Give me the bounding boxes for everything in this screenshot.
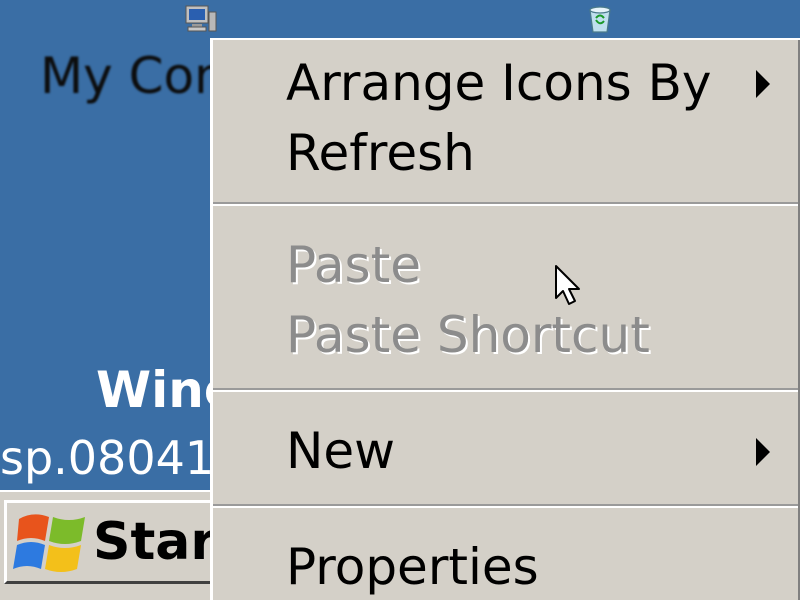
menu-separator <box>213 202 798 206</box>
computer-icon[interactable] <box>184 4 218 34</box>
menu-item-paste: Paste <box>213 230 798 300</box>
menu-item-label: New <box>286 422 396 480</box>
menu-item-arrange-icons-by[interactable]: Arrange Icons By <box>213 48 798 118</box>
menu-item-paste-shortcut: Paste Shortcut <box>213 300 798 370</box>
menu-item-label: Refresh <box>286 124 475 182</box>
windows-logo-icon <box>13 514 85 572</box>
menu-item-new[interactable]: New <box>213 416 798 486</box>
submenu-arrow-icon <box>756 438 770 466</box>
menu-item-label: Paste Shortcut <box>286 306 650 364</box>
recycle-bin-icon[interactable] <box>586 4 614 34</box>
arrow-cursor-icon <box>555 265 580 305</box>
menu-item-label: Properties <box>286 538 539 596</box>
menu-item-label: Paste <box>286 236 421 294</box>
menu-separator <box>213 504 798 508</box>
desktop-context-menu: Arrange Icons By Refresh Paste Paste Sho… <box>210 38 800 600</box>
menu-separator <box>213 388 798 392</box>
version-build: sp.08041 <box>0 431 215 485</box>
menu-item-refresh[interactable]: Refresh <box>213 118 798 188</box>
submenu-arrow-icon <box>756 70 770 98</box>
menu-item-properties[interactable]: Properties <box>213 532 798 600</box>
start-button[interactable]: Start <box>4 500 244 584</box>
menu-item-label: Arrange Icons By <box>286 54 712 112</box>
